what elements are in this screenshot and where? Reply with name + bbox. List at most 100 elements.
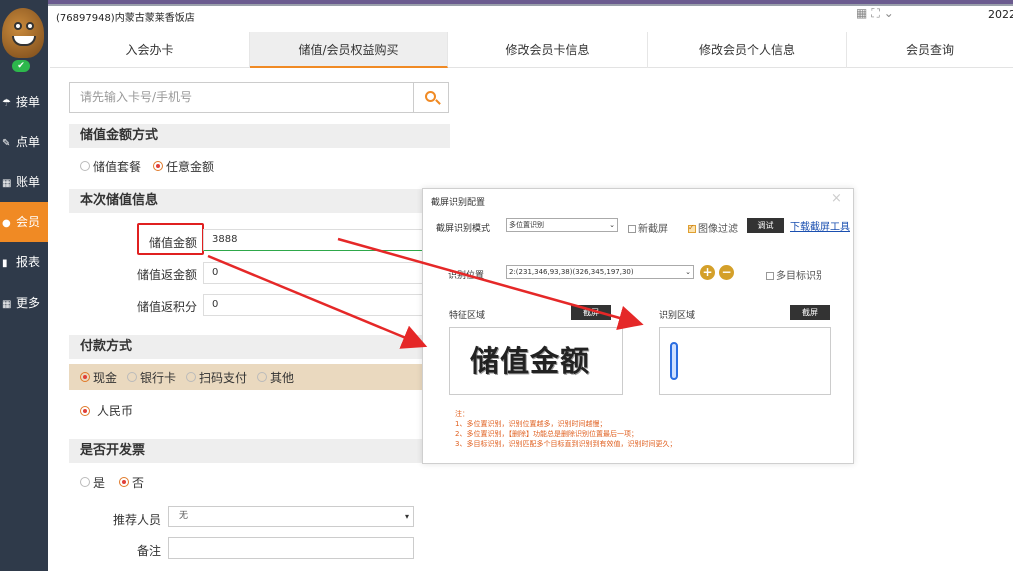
referrer-value: 无 (179, 511, 189, 521)
payment-heading: 付款方式 (69, 335, 450, 359)
invoice-options: 是 否 (80, 474, 144, 491)
radio-scan-pay[interactable]: 扫码支付 (186, 369, 247, 386)
feature-screenshot-button[interactable]: 截屏 (571, 305, 611, 320)
header-tools: ▦ ⛶ ⌄ (856, 6, 908, 24)
tab-label: 会员查询 (905, 43, 954, 57)
debug-button[interactable]: 调试 (747, 218, 784, 233)
sidebar-item-label: 点单 (16, 135, 41, 149)
grid-view-icon[interactable]: ▦ (856, 6, 867, 24)
title-bar (48, 0, 1013, 4)
feature-area-label: 特征区域 (449, 311, 486, 321)
sidebar-item-2[interactable]: ▦ 账单 (0, 162, 48, 202)
feature-area-text: 储值金额 (470, 344, 591, 378)
add-position-button[interactable]: + (700, 265, 715, 280)
new-screenshot-checkbox[interactable]: 新截屏 (628, 220, 668, 235)
notes-title: 注： (455, 410, 469, 418)
image-filter-checkbox[interactable]: 图像过滤 (688, 220, 748, 235)
edit-icon: ✎ (2, 138, 11, 149)
mode-value: 多位置识别 (509, 221, 544, 229)
mode-label: 截屏识别模式 (436, 224, 491, 234)
download-tool-link[interactable]: 下载截屏工具 (790, 218, 854, 233)
amount-field[interactable]: 3888 (203, 229, 450, 251)
sidebar-item-1[interactable]: ✎ 点单 (0, 122, 48, 162)
sidebar-item-0[interactable]: ☂ 接单 (0, 82, 48, 122)
tab-label: 修改会员卡信息 (505, 43, 590, 57)
search-icon-handle (435, 99, 441, 105)
hand-icon: ☂ (2, 98, 11, 109)
sidebar-item-label: 报表 (16, 255, 41, 269)
multi-target-checkbox[interactable]: 多目标识别 (766, 267, 822, 282)
text-cursor-icon (670, 342, 678, 380)
recognize-area-label: 识别区域 (659, 311, 696, 321)
mode-select[interactable]: 多位置识别 ⌄ (506, 218, 618, 232)
tab-label: 储值/会员权益购买 (298, 43, 399, 57)
remove-position-button[interactable]: − (719, 265, 734, 280)
highlight-box (137, 223, 204, 255)
avatar-eye-left (14, 22, 22, 30)
store-title: (76897948)内蒙古蒙莱香饭店 (56, 13, 195, 24)
tab-edit-card[interactable]: 修改会员卡信息 (448, 32, 648, 68)
bonus-amount-field[interactable]: 0 (203, 262, 450, 284)
payment-method-options: 现金 银行卡 扫码支付 其他 (80, 369, 294, 386)
grid-icon: ▦ (2, 178, 12, 189)
tab-recharge-purchase[interactable]: 储值/会员权益购买 (250, 32, 448, 68)
close-icon[interactable]: × (831, 191, 842, 206)
chevron-down-icon[interactable]: ⌄ (884, 6, 894, 24)
recharge-method-heading: 储值金额方式 (69, 124, 450, 148)
radio-other[interactable]: 其他 (257, 369, 294, 386)
sidebar: ✔ ☂ 接单 ✎ 点单 ▦ 账单 ● 会员 ▮ 报表 ▦ 更多 (0, 0, 48, 571)
tab-join-card[interactable]: 入会办卡 (50, 32, 250, 68)
tab-label: 修改会员个人信息 (698, 43, 795, 57)
note-line: 2、多位置识别，【删除】功能总是删除识别位置最后一项； (455, 430, 638, 438)
referrer-select[interactable]: 无 ▾ (168, 506, 414, 527)
recognize-screenshot-button[interactable]: 截屏 (790, 305, 830, 320)
radio-package[interactable]: 储值套餐 (80, 158, 141, 175)
fullscreen-icon[interactable]: ⛶ (871, 6, 879, 24)
tab-member-query[interactable]: 会员查询 (847, 32, 1013, 68)
avatar[interactable] (2, 8, 44, 58)
radio-invoice-no[interactable]: 否 (119, 474, 144, 491)
position-select[interactable]: 2:(231,346,93,38)(326,345,197,30) ⌄ (506, 265, 694, 279)
sidebar-item-5[interactable]: ▦ 更多 (0, 283, 48, 323)
bonus-points-field[interactable]: 0 (203, 294, 450, 316)
remark-label: 备注 (136, 544, 161, 558)
recharge-method-options: 储值套餐 任意金额 (80, 158, 214, 175)
online-status-icon: ✔ (12, 60, 30, 72)
sidebar-item-label: 更多 (16, 296, 41, 310)
bonus-points-label: 储值返积分 (136, 300, 197, 314)
sidebar-item-4[interactable]: ▮ 报表 (0, 242, 48, 282)
search-button[interactable] (414, 82, 449, 113)
sidebar-item-label: 接单 (16, 95, 41, 109)
apps-icon: ▦ (2, 299, 12, 310)
tab-label: 入会办卡 (125, 43, 174, 57)
sidebar-item-label: 账单 (16, 175, 41, 189)
chevron-down-icon: ⌄ (609, 221, 615, 229)
recognize-area (659, 327, 831, 395)
bar-chart-icon: ▮ (2, 258, 8, 269)
position-label: 识别位置 (448, 271, 485, 281)
header-date: 2022- (988, 8, 1013, 21)
avatar-eye-right (26, 22, 34, 30)
remark-input[interactable] (168, 537, 414, 559)
radio-any-amount[interactable]: 任意金额 (153, 158, 214, 175)
note-line: 1、多位置识别，识别位置越多，识别时间越慢； (455, 420, 607, 428)
radio-invoice-yes[interactable]: 是 (80, 474, 105, 491)
avatar-mouth (12, 36, 36, 46)
referrer-label: 推荐人员 (112, 513, 161, 527)
radio-bank-card[interactable]: 银行卡 (127, 369, 176, 386)
invoice-heading: 是否开发票 (69, 439, 450, 463)
currency-option[interactable]: 人民币 (80, 402, 133, 419)
tab-edit-personal[interactable]: 修改会员个人信息 (648, 32, 847, 68)
sidebar-item-3[interactable]: ● 会员 (0, 202, 48, 242)
sidebar-item-label: 会员 (16, 215, 41, 229)
feature-area: 储值金额 (449, 327, 623, 395)
chevron-down-icon: ▾ (404, 512, 409, 521)
dialog-title: 截屏识别配置 (431, 198, 486, 208)
position-value: 2:(231,346,93,38)(326,345,197,30) (509, 268, 634, 276)
radio-cash[interactable]: 现金 (80, 369, 117, 386)
notes: 注： 1、多位置识别，识别位置越多，识别时间越慢； 2、多位置识别，【删除】功能总… (455, 409, 676, 449)
bonus-amount-label: 储值返金额 (136, 268, 197, 282)
search-input[interactable]: 请先输入卡号/手机号 (69, 82, 414, 113)
note-line: 3、多目标识别，识别匹配多个目标直到识别到有效值，识别时间更久； (455, 440, 677, 448)
screenshot-recognition-dialog: 截屏识别配置 × 截屏识别模式 多位置识别 ⌄ 新截屏 图像过滤 调试 下载截屏工… (422, 188, 854, 464)
